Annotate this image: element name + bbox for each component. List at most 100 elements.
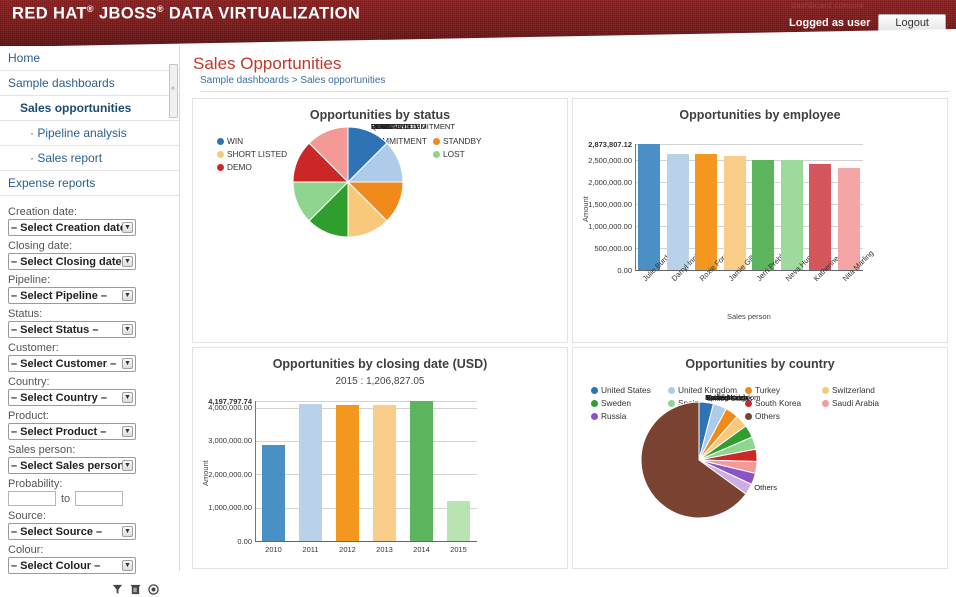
legend-label: SHORT LISTED: [227, 149, 288, 159]
bar-2015[interactable]: [447, 500, 470, 541]
legend-color-dot-icon: [668, 386, 675, 394]
filter-select-wrap-5[interactable]: ▼: [8, 389, 136, 406]
legend-item-lost[interactable]: LOST: [433, 149, 541, 159]
probability-label: Probability:: [8, 478, 63, 490]
bar-darryl-innis[interactable]: [666, 153, 689, 270]
panel-opportunities-by-employee: Opportunities by employee 2,873,807.12 2,…: [572, 98, 948, 343]
scrollbar-grip-icon: «: [171, 85, 175, 92]
filter-select-wrap-0[interactable]: ▼: [8, 219, 136, 236]
filter-select-wrap-7[interactable]: ▼: [8, 457, 136, 474]
bar-2012[interactable]: [336, 404, 359, 541]
pie-chart-status[interactable]: WIN VERBAL COMMITMENT STANDBY SHORT LISTED Q…: [292, 122, 455, 238]
chart-subtitle: 2015 : 1,206,827.05: [335, 376, 425, 387]
sidebar-item-sales-opportunities[interactable]: Sales opportunities: [0, 96, 179, 121]
gridline: [255, 474, 477, 476]
filter-select-status[interactable]: [8, 321, 136, 338]
bar-chart-closing-date[interactable]: 4,197,797.74 4,000,000.00 3,000,000.00 2,00…: [193, 387, 567, 568]
sidebar-scrollbar[interactable]: «: [169, 64, 178, 118]
filter-funnel-icon[interactable]: [112, 584, 123, 597]
legend-color-dot-icon: [217, 137, 224, 145]
legend-item-switzerland[interactable]: Switzerland: [822, 385, 899, 395]
filter-select-wrap-6[interactable]: ▼: [8, 423, 136, 440]
filter-select-product[interactable]: [8, 423, 136, 440]
filter-label-2: Pipeline:: [8, 274, 51, 286]
filter-label-3: Status:: [8, 308, 43, 320]
bar-katherine-janss[interactable]: [809, 163, 832, 270]
filter-select-customer[interactable]: [8, 355, 136, 372]
breadcrumb[interactable]: Sample dashboards > Sales opportunities: [200, 75, 950, 92]
bar-2014[interactable]: [410, 401, 433, 541]
legend-color-dot-icon: [433, 150, 440, 158]
brand-jboss: JBOSS: [98, 4, 157, 23]
bar-roxie-foraker[interactable]: [695, 154, 718, 270]
legend-color-dot-icon: [591, 412, 598, 420]
filter-select-wrap-3[interactable]: ▼: [8, 321, 136, 338]
filter-select-wrap-2[interactable]: ▼: [8, 287, 136, 304]
y-axis-tick: 4,000,000.00: [208, 403, 252, 413]
filter-label-0: Creation date:: [8, 206, 78, 218]
pie-chart-country[interactable]: United States United Kingdom Turkey Switzer…: [640, 393, 777, 519]
sidebar-item-sales-report[interactable]: · Sales report: [0, 146, 179, 171]
bar-chart-employee[interactable]: 2,873,807.12 2,500,000.00 2,000,000.00 1,50…: [573, 122, 947, 327]
legend-item-united-states[interactable]: United States: [591, 385, 668, 395]
filter-select-creation-date[interactable]: [8, 219, 136, 236]
filter-select-list: Creation date:▼Closing date:▼Pipeline:▼S…: [8, 206, 171, 474]
gridline: [255, 440, 477, 442]
y-axis-tick: 2,500,000.00: [588, 155, 632, 165]
brand-trademark-1: ®: [86, 4, 94, 14]
legend-label: Russia: [601, 411, 627, 421]
legend-item-saudi-arabia[interactable]: Saudi Arabia: [822, 398, 899, 408]
sidebar-item-home[interactable]: Home: [0, 46, 179, 71]
panel-opportunities-by-closing-date: Opportunities by closing date (USD) 2015…: [192, 347, 568, 569]
logged-as-user-label: Logged as user: [789, 17, 871, 29]
bar-neva-hunger[interactable]: [780, 160, 803, 270]
bar-2011[interactable]: [299, 403, 322, 541]
brand-trademark-2: ®: [156, 4, 164, 14]
logout-button[interactable]: Logout: [878, 14, 946, 32]
gridline: [255, 541, 477, 542]
filter-select-sales-person[interactable]: [8, 457, 136, 474]
legend-label: Sweden: [601, 398, 631, 408]
sidebar-item-expense-reports[interactable]: Expense reports: [0, 171, 179, 196]
delete-trash-icon[interactable]: [130, 584, 141, 597]
legend-label: DEMO: [227, 162, 252, 172]
legend-color-dot-icon: [433, 137, 440, 145]
x-axis-title: Sales person: [727, 312, 771, 321]
legend-color-dot-icon: [822, 386, 829, 394]
filter-select-closing-date[interactable]: [8, 253, 136, 270]
sidebar-item-sample-dashboards[interactable]: Sample dashboards: [0, 71, 179, 96]
source-select[interactable]: [8, 523, 136, 540]
dashboard-grid: Opportunities by status WINVERBAL COMMIT…: [190, 96, 950, 571]
filter-select-pipeline[interactable]: [8, 287, 136, 304]
bar-2010[interactable]: [262, 444, 285, 541]
y-axis-line: [635, 144, 636, 270]
probability-from-input[interactable]: [8, 491, 56, 506]
filter-select-wrap-1[interactable]: ▼: [8, 253, 136, 270]
filter-label-7: Sales person:: [8, 444, 76, 456]
filter-select-country[interactable]: [8, 389, 136, 406]
bar-nita-marling[interactable]: [837, 167, 860, 270]
legend-label: LOST: [443, 149, 465, 159]
bar-julio-burdge[interactable]: [638, 144, 661, 270]
y-axis-tick: 0.00: [237, 536, 252, 546]
x-axis-tick: 2015: [450, 545, 467, 554]
chart-title: Opportunities by status: [309, 108, 451, 122]
legend-item-standby[interactable]: STANDBY: [433, 136, 541, 146]
source-select-wrap[interactable]: ▼: [8, 523, 136, 540]
y-axis-tick: 1,000,000.00: [588, 221, 632, 231]
x-axis-tick: 2010: [265, 545, 282, 554]
bar-jamie-gilbeau[interactable]: [723, 156, 746, 270]
colour-select-wrap[interactable]: ▼: [8, 557, 136, 574]
filter-select-wrap-4[interactable]: ▼: [8, 355, 136, 372]
probability-to-input[interactable]: [75, 491, 124, 506]
sidebar-nav: Home Sample dashboards Sales opportunities…: [0, 46, 179, 196]
colour-select[interactable]: [8, 557, 136, 574]
y-axis-line: [255, 401, 256, 541]
legend-label: Saudi Arabia: [832, 398, 880, 408]
bar-2013[interactable]: [373, 404, 396, 541]
legend-color-dot-icon: [591, 399, 598, 407]
pie-label-contacted: CONTACTED: [370, 121, 418, 131]
target-refresh-icon[interactable]: [148, 584, 159, 597]
sidebar-item-pipeline-analysis[interactable]: · Pipeline analysis: [0, 121, 179, 146]
bar-jerri-preble[interactable]: [752, 159, 775, 270]
